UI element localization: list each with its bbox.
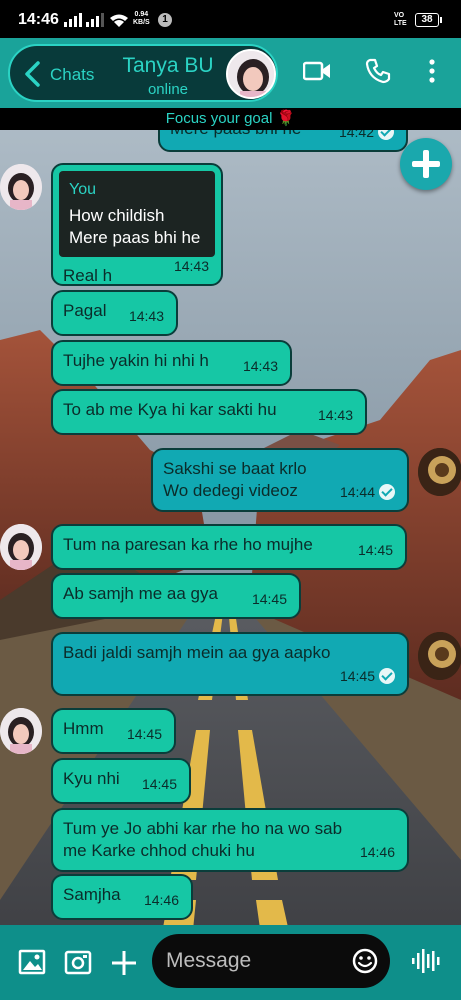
contact-status: online xyxy=(147,81,189,98)
volte-indicator: VO LTE xyxy=(394,12,407,27)
message-list[interactable]: Mere paas bhi he 14:42 You How childish … xyxy=(0,0,461,1000)
message-bubble-incoming[interactable]: Tum na paresan ka rhe ho mujhe 14:45 xyxy=(51,524,407,570)
clock: 14:46 xyxy=(18,11,59,28)
message-bubble-outgoing[interactable]: Sakshi se baat krlo Wo dedegi videoz 14:… xyxy=(151,448,409,512)
message-input-container[interactable] xyxy=(152,934,390,988)
net-speed: 0.94 KB/S xyxy=(133,11,150,26)
message-bubble-incoming[interactable]: Ab samjh me aa gya 14:45 xyxy=(51,573,301,619)
status-bar: 14:46 0.94 KB/S 1 VO LTE 38 xyxy=(0,0,461,38)
camera-icon[interactable] xyxy=(64,949,92,975)
message-bubble-incoming[interactable]: Kyu nhi 14:45 xyxy=(51,758,191,804)
new-message-button[interactable] xyxy=(400,138,452,190)
contact-avatar[interactable] xyxy=(226,49,276,99)
my-avatar[interactable] xyxy=(418,632,461,680)
attach-plus-icon[interactable] xyxy=(110,949,138,977)
contact-avatar-small[interactable] xyxy=(0,708,42,754)
status-banner: Focus your goal 🌹 xyxy=(0,108,461,130)
notification-badge: 1 xyxy=(158,13,172,27)
quoted-message[interactable]: You How childish Mere paas bhi he xyxy=(59,171,215,257)
message-bubble-incoming[interactable]: Hmm 14:45 xyxy=(51,708,176,754)
contact-avatar-small[interactable] xyxy=(0,524,42,570)
phone-call-icon[interactable] xyxy=(365,58,391,84)
message-bubble-incoming[interactable]: Pagal 14:43 xyxy=(51,290,178,336)
chat-header: Chats Tanya BU online xyxy=(0,38,461,108)
message-bubble-incoming[interactable]: Tujhe yakin hi nhi h 14:43 xyxy=(51,340,292,386)
video-call-icon[interactable] xyxy=(303,60,331,82)
read-tick-icon xyxy=(379,668,395,684)
my-avatar[interactable] xyxy=(418,448,461,496)
composer-bar xyxy=(0,925,461,1000)
message-bubble-outgoing[interactable]: Badi jaldi samjh mein aa gya aapko 14:45 xyxy=(51,632,409,696)
message-bubble-incoming[interactable]: Tum ye Jo abhi kar rhe ho na wo sab me K… xyxy=(51,808,409,872)
back-label[interactable]: Chats xyxy=(50,65,94,85)
contact-avatar-small[interactable] xyxy=(0,164,42,210)
emoji-icon[interactable] xyxy=(352,948,378,974)
message-bubble-reply[interactable]: You How childish Mere paas bhi he Real h… xyxy=(51,163,223,286)
contact-name: Tanya BU xyxy=(122,54,214,77)
message-bubble-incoming[interactable]: Samjha 14:46 xyxy=(51,874,193,920)
read-tick-icon xyxy=(379,484,395,500)
contact-pill[interactable]: Chats Tanya BU online xyxy=(8,44,278,102)
gallery-icon[interactable] xyxy=(18,949,46,975)
signal-icons xyxy=(64,13,128,27)
voice-note-icon[interactable] xyxy=(411,947,441,975)
plus-icon xyxy=(412,150,440,178)
battery-icon: 38 xyxy=(415,13,442,27)
back-arrow-icon[interactable] xyxy=(22,60,44,88)
message-bubble-incoming[interactable]: To ab me Kya hi kar sakti hu 14:43 xyxy=(51,389,367,435)
message-input[interactable] xyxy=(166,946,346,976)
more-options-icon[interactable] xyxy=(428,58,436,84)
